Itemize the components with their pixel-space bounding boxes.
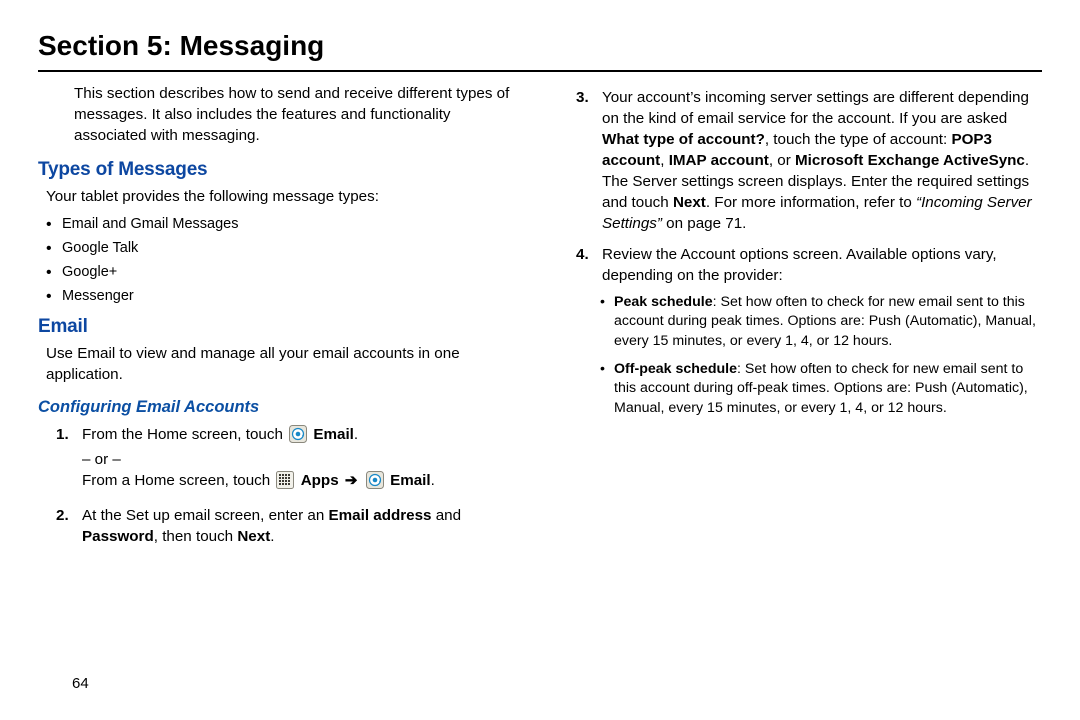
step4-a: Review the Account options screen. Avail… — [602, 246, 997, 284]
step4-options-list: Peak schedule: Set how often to check fo… — [600, 293, 1042, 419]
list-item: Off-peak schedule: Set how often to chec… — [600, 360, 1042, 419]
step1-text-a: From the Home screen, touch — [82, 426, 287, 443]
step3-q: What type of account? — [602, 131, 765, 148]
period: . — [270, 528, 274, 545]
two-column-layout: This section describes how to send and r… — [38, 84, 1042, 558]
period: . — [354, 426, 358, 443]
title-rule — [38, 70, 1042, 72]
list-item: Peak schedule: Set how often to check fo… — [600, 293, 1042, 352]
email-intro: Use Email to view and manage all your em… — [46, 344, 522, 386]
email-app-icon — [289, 425, 307, 450]
steps-list-right: Your account’s incoming server settings … — [576, 88, 1042, 418]
step2-text-a: At the Set up email screen, enter an — [82, 507, 329, 524]
step-2: At the Set up email screen, enter an Ema… — [56, 506, 522, 548]
step3-onpage: on page 71. — [662, 215, 746, 232]
list-item: Messenger — [46, 286, 522, 306]
step3-ms: Microsoft Exchange ActiveSync — [795, 152, 1025, 169]
step3-e: . For more information, refer to — [706, 194, 916, 211]
step-3: Your account’s incoming server settings … — [576, 88, 1042, 235]
apps-grid-icon — [276, 471, 294, 496]
step-1: From the Home screen, touch Email. – or … — [56, 425, 522, 496]
right-column: Your account’s incoming server settings … — [558, 84, 1042, 558]
intro-paragraph: This section describes how to send and r… — [74, 84, 522, 147]
step1-or: – or – — [82, 450, 522, 471]
step3-a: Your account’s incoming server settings … — [602, 89, 1029, 127]
section-title: Section 5: Messaging — [38, 30, 1042, 62]
peak-label: Peak schedule — [614, 294, 713, 310]
left-column: This section describes how to send and r… — [38, 84, 522, 558]
config-heading: Configuring Email Accounts — [38, 396, 522, 419]
step2-and: and — [432, 507, 462, 524]
comma1: , — [660, 152, 668, 169]
email-heading: Email — [38, 314, 522, 340]
period: . — [1025, 152, 1029, 169]
step1-email-bold-2: Email — [390, 472, 431, 489]
list-item: Email and Gmail Messages — [46, 214, 522, 234]
types-heading: Types of Messages — [38, 157, 522, 183]
list-item: Google Talk — [46, 238, 522, 258]
comma2: , or — [769, 152, 795, 169]
offpeak-label: Off-peak schedule — [614, 361, 737, 377]
step2-next: Next — [237, 528, 270, 545]
step3-b: , touch the type of account: — [765, 131, 952, 148]
step3-next: Next — [673, 194, 706, 211]
step-4: Review the Account options screen. Avail… — [576, 245, 1042, 419]
types-list: Email and Gmail Messages Google Talk Goo… — [46, 214, 522, 306]
step1-apps-bold: Apps — [301, 472, 339, 489]
step2-emailaddr: Email address — [329, 507, 432, 524]
step2-password: Password — [82, 528, 154, 545]
page-number: 64 — [72, 675, 89, 692]
email-app-icon — [366, 471, 384, 496]
step2-then: , then touch — [154, 528, 238, 545]
types-intro: Your tablet provides the following messa… — [46, 187, 522, 208]
step3-imap: IMAP account — [669, 152, 769, 169]
arrow-icon: ➔ — [345, 472, 358, 489]
step1-text-b: From a Home screen, touch — [82, 472, 274, 489]
period: . — [431, 472, 435, 489]
manual-page: Section 5: Messaging This section descri… — [0, 0, 1080, 720]
step1-email-bold: Email — [313, 426, 354, 443]
steps-list-left: From the Home screen, touch Email. – or … — [56, 425, 522, 548]
list-item: Google+ — [46, 262, 522, 282]
